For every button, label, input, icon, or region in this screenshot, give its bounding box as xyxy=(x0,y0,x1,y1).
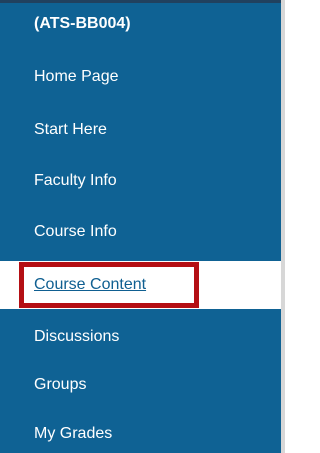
menu-item-start-here[interactable]: Start Here xyxy=(0,106,281,154)
menu-item-my-grades[interactable]: My Grades xyxy=(0,410,281,453)
menu-item-home-page[interactable]: Home Page xyxy=(0,53,281,101)
right-border xyxy=(281,0,285,453)
top-strip xyxy=(0,0,285,3)
course-content-highlight xyxy=(19,262,199,308)
menu-item-course-info[interactable]: Course Info xyxy=(0,208,281,256)
course-code-title: (ATS-BB004) xyxy=(34,15,131,32)
menu-item-discussions[interactable]: Discussions xyxy=(0,313,281,361)
menu-item-faculty-info[interactable]: Faculty Info xyxy=(0,157,281,205)
course-navigation-panel: (ATS-BB004) Home Page Start Here Faculty… xyxy=(0,0,285,453)
menu-item-groups[interactable]: Groups xyxy=(0,361,281,409)
course-menu: (ATS-BB004) Home Page Start Here Faculty… xyxy=(0,0,285,453)
